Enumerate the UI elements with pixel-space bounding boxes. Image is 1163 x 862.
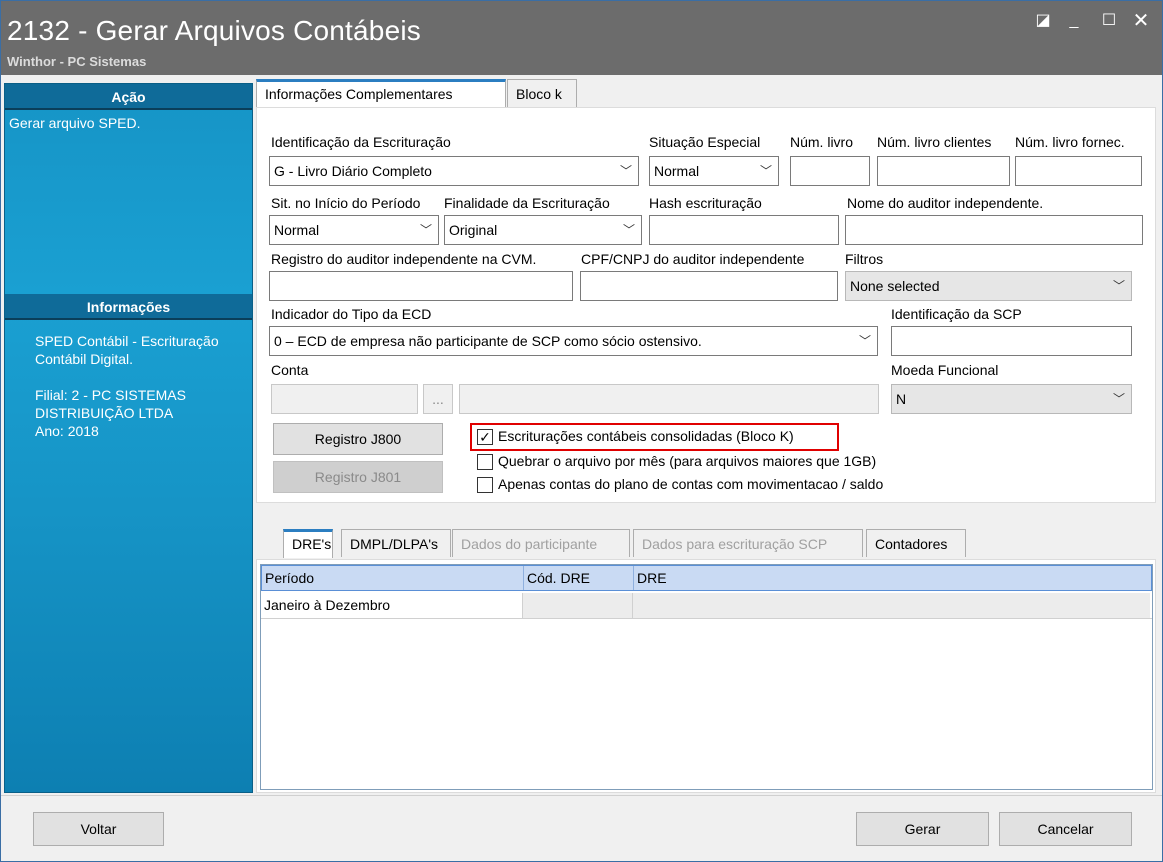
identificacao-label: Identificação da Escrituração <box>271 134 451 150</box>
conta-code-input <box>271 384 418 414</box>
sidebar-acao-header: Ação <box>5 84 252 110</box>
footer-bar: Voltar Gerar Cancelar <box>1 795 1162 861</box>
tab-dmpl-dlpa[interactable]: DMPL/DLPA's <box>341 529 451 557</box>
chevron-down-icon: ﹀ <box>619 164 632 178</box>
num-livro-clientes-input[interactable] <box>877 156 1010 186</box>
title-bar[interactable]: 2132 - Gerar Arquivos Contábeis Winthor … <box>1 1 1162 75</box>
registro-auditor-input[interactable] <box>269 271 573 301</box>
indicador-value: 0 – ECD de empresa não participante de S… <box>274 333 702 349</box>
voltar-button[interactable]: Voltar <box>33 812 164 846</box>
num-livro-input[interactable] <box>790 156 870 186</box>
informacoes-panel: Identificação da Escrituração G - Livro … <box>256 107 1156 503</box>
sit-inicio-label: Sit. no Início do Período <box>271 195 421 211</box>
chevron-down-icon: ﹀ <box>1112 279 1125 293</box>
chevron-down-icon: ﹀ <box>759 164 772 178</box>
table-row[interactable]: Janeiro à Dezembro <box>261 593 1152 619</box>
registro-auditor-label: Registro do auditor independente na CVM. <box>271 251 537 267</box>
window-subtitle: Winthor - PC Sistemas <box>7 54 147 69</box>
column-header-dre[interactable]: DRE <box>634 566 1151 590</box>
num-livro-label: Núm. livro <box>790 134 854 150</box>
filtros-select[interactable]: None selected ﹀ <box>845 271 1132 301</box>
restore-icon[interactable]: ◪ <box>1033 11 1053 31</box>
grid-header: Período Cód. DRE DRE <box>261 565 1152 591</box>
cell-cod-dre[interactable] <box>523 593 633 618</box>
conta-description-input <box>459 384 879 414</box>
tab-informacoes-complementares[interactable]: Informações Complementares <box>256 79 506 108</box>
sidebar-info-line: DISTRIBUIÇÃO LTDA <box>35 405 174 421</box>
cpf-auditor-input[interactable] <box>580 271 838 301</box>
sidebar-acao-text: Gerar arquivo SPED. <box>9 115 141 131</box>
sidebar-info-line: Ano: 2018 <box>35 423 99 439</box>
tab-bloco-k[interactable]: Bloco k <box>507 79 577 107</box>
moeda-value: N <box>896 391 907 407</box>
finalidade-select[interactable]: Original ﹀ <box>444 215 642 245</box>
tab-dados-escrituracao-scp[interactable]: Dados para escrituração SCP <box>633 529 863 557</box>
conta-label: Conta <box>271 362 309 378</box>
sidebar-info: SPED Contábil - Escrituração Contábil Di… <box>35 332 245 440</box>
chevron-down-icon: ﹀ <box>858 334 871 348</box>
filtros-value: None selected <box>850 278 940 294</box>
conta-lookup-button[interactable]: ... <box>423 384 453 414</box>
apenas-contas-label: Apenas contas do plano de contas com mov… <box>498 476 884 492</box>
identificacao-scp-label: Identificação da SCP <box>891 306 1022 322</box>
filtros-label: Filtros <box>845 251 884 267</box>
num-livro-fornec-label: Núm. livro fornec. <box>1015 134 1125 150</box>
finalidade-label: Finalidade da Escrituração <box>444 195 610 211</box>
sidebar-info-header: Informações <box>5 294 252 320</box>
moeda-select[interactable]: N ﹀ <box>891 384 1132 414</box>
gerar-button[interactable]: Gerar <box>856 812 989 846</box>
dre-panel: Período Cód. DRE DRE Janeiro à Dezembro <box>256 559 1156 793</box>
sidebar-info-line: Filial: 2 - PC SISTEMAS <box>35 387 186 403</box>
situacao-value: Normal <box>654 163 700 179</box>
sidebar-info-line: SPED Contábil - Escrituração <box>35 333 219 349</box>
tab-contadores[interactable]: Contadores <box>866 529 966 557</box>
consolidadas-label: Escriturações contábeis consolidadas (Bl… <box>498 428 794 444</box>
column-header-periodo[interactable]: Período <box>262 566 524 590</box>
finalidade-value: Original <box>449 222 498 238</box>
situacao-select[interactable]: Normal ﹀ <box>649 156 779 186</box>
app-window: 2132 - Gerar Arquivos Contábeis Winthor … <box>0 0 1163 862</box>
cell-dre[interactable] <box>633 593 1150 618</box>
maximize-icon[interactable]: ☐ <box>1099 11 1119 31</box>
column-header-cod-dre[interactable]: Cód. DRE <box>524 566 634 590</box>
chevron-down-icon: ﹀ <box>622 223 635 237</box>
identificacao-select[interactable]: G - Livro Diário Completo ﹀ <box>269 156 639 186</box>
sit-inicio-select[interactable]: Normal ﹀ <box>269 215 439 245</box>
minimize-icon[interactable]: _ <box>1064 11 1084 31</box>
num-livro-fornec-input[interactable] <box>1015 156 1142 186</box>
identificacao-scp-input[interactable] <box>891 326 1132 356</box>
sidebar-info-line: Contábil Digital. <box>35 351 134 367</box>
cancelar-button[interactable]: Cancelar <box>999 812 1132 846</box>
hash-input[interactable] <box>649 215 839 245</box>
identificacao-value: G - Livro Diário Completo <box>274 163 432 179</box>
registro-j800-button[interactable]: Registro J800 <box>273 423 443 455</box>
num-livro-clientes-label: Núm. livro clientes <box>877 134 992 150</box>
quebrar-arquivo-checkbox[interactable] <box>477 454 493 470</box>
apenas-contas-checkbox[interactable] <box>477 477 493 493</box>
moeda-label: Moeda Funcional <box>891 362 999 378</box>
chevron-down-icon: ﹀ <box>1112 392 1125 406</box>
indicador-label: Indicador do Tipo da ECD <box>271 306 432 322</box>
registro-j801-button[interactable]: Registro J801 <box>273 461 443 493</box>
sit-inicio-value: Normal <box>274 222 320 238</box>
sidebar: Ação Gerar arquivo SPED. Informações SPE… <box>4 83 253 793</box>
tab-dados-participante[interactable]: Dados do participante <box>452 529 630 557</box>
hash-label: Hash escrituração <box>649 195 762 211</box>
chevron-down-icon: ﹀ <box>419 223 432 237</box>
tab-dres[interactable]: DRE's <box>283 529 333 558</box>
indicador-select[interactable]: 0 – ECD de empresa não participante de S… <box>269 326 878 356</box>
quebrar-arquivo-label: Quebrar o arquivo por mês (para arquivos… <box>498 453 877 469</box>
cell-periodo[interactable]: Janeiro à Dezembro <box>261 593 523 618</box>
nome-auditor-label: Nome do auditor independente. <box>847 195 1044 211</box>
cpf-auditor-label: CPF/CNPJ do auditor independente <box>581 251 805 267</box>
close-icon[interactable]: ✕ <box>1131 11 1151 31</box>
dre-grid[interactable]: Período Cód. DRE DRE Janeiro à Dezembro <box>260 564 1153 790</box>
nome-auditor-input[interactable] <box>845 215 1143 245</box>
situacao-label: Situação Especial <box>649 134 761 150</box>
consolidadas-checkbox[interactable]: ✓ <box>477 429 493 445</box>
window-title: 2132 - Gerar Arquivos Contábeis <box>7 15 421 46</box>
